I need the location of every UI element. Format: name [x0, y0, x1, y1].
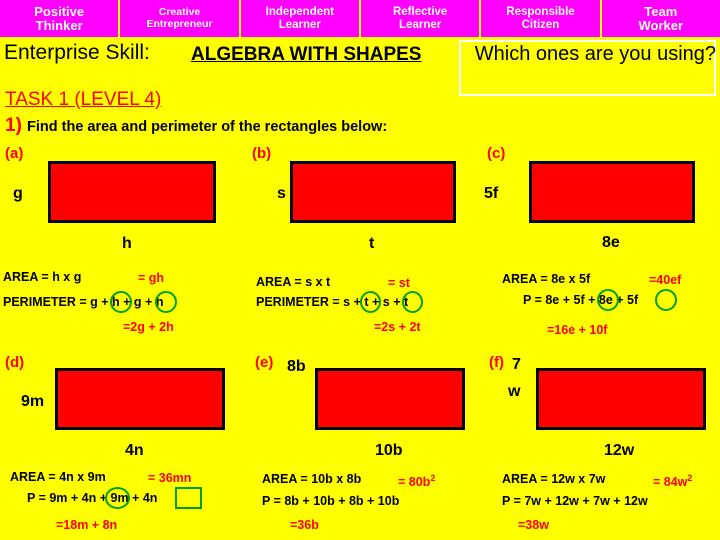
part-d-perimeter-result: =18m + 8n: [56, 518, 118, 532]
part-f-perimeter-line: P = 7w + 12w + 7w + 12w: [502, 494, 648, 508]
part-f-bottom-side-label: 12w: [604, 442, 635, 459]
part-f-label: (f): [489, 354, 504, 371]
part-a-perimeter-result: =2g + 2h: [123, 320, 174, 334]
part-b-bottom-side-label: t: [369, 235, 375, 252]
highlight-square: [175, 487, 202, 509]
part-e-bottom-side-label: 10b: [375, 442, 403, 459]
banner-item-line1: Creative: [158, 6, 201, 19]
enterprise-skill-label: Enterprise Skill:: [4, 41, 150, 64]
part-e-label: (e): [255, 354, 274, 371]
rectangle-f: [536, 368, 706, 430]
part-e-perimeter-result: =36b: [290, 518, 319, 532]
part-c-left-side-label: 5f: [484, 185, 499, 202]
part-b-perimeter-result: =2s + 2t: [374, 320, 421, 334]
part-c-area-line: AREA = 8e x 5f: [502, 272, 591, 286]
banner-item-line2: Citizen: [521, 18, 560, 31]
part-f-area-result-exponent: 2: [687, 473, 693, 483]
banner-item-line2: Learner: [399, 18, 442, 31]
page-title: ALGEBRA WITH SHAPES: [191, 44, 422, 65]
part-e-left-side-label: 8b: [287, 358, 306, 375]
part-c-bottom-side-label: 8e: [602, 234, 620, 251]
part-e-area-line: AREA = 10b x 8b: [262, 472, 362, 486]
part-d-label: (d): [5, 354, 25, 371]
part-c-label: (c): [487, 145, 506, 162]
part-c-perimeter-line: P = 8e + 5f + 8e + 5f: [523, 293, 639, 307]
part-d-bottom-side-label: 4n: [125, 442, 144, 459]
rectangle-b: [290, 161, 456, 223]
part-c-area-result: =40ef: [649, 273, 682, 287]
which-ones-text: Which ones are you using?: [474, 43, 716, 65]
banner-item-line1: Team: [644, 3, 678, 19]
rectangle-e: [315, 368, 465, 430]
part-d-left-side-label: 9m: [21, 393, 45, 410]
banner-item-independent-learner[interactable]: Independent Learner: [240, 0, 361, 37]
banner-item-creative-entrepreneur[interactable]: Creative Entrepreneur: [120, 0, 241, 37]
part-b-area-line: AREA = s x t: [256, 275, 331, 289]
part-b-label: (b): [252, 145, 272, 162]
part-a-area-result: = gh: [138, 271, 165, 285]
banner-item-line1: Responsible: [506, 6, 575, 19]
part-d-area-line: AREA = 4n x 9m: [10, 470, 106, 484]
part-a-bottom-side-label: h: [122, 235, 132, 252]
part-f-area-result: = 84w2: [653, 473, 692, 489]
rectangle-d: [55, 368, 225, 430]
banner-item-line1: Reflective: [392, 6, 448, 19]
banner-item-line2: Learner: [278, 18, 321, 31]
part-f-left-side-label-2: w: [508, 383, 521, 400]
part-b-area-result: = st: [388, 276, 410, 290]
banner-item-line1: Positive: [34, 3, 85, 19]
rectangle-a: [48, 161, 216, 223]
part-a-label: (a): [5, 145, 24, 162]
banner-item-line2: Thinker: [35, 17, 83, 33]
banner-item-reflective-learner[interactable]: Reflective Learner: [360, 0, 482, 37]
banner-item-responsible-citizen[interactable]: Responsible Citizen: [481, 0, 602, 37]
learner-attributes-banner: Positive Thinker Creative Entrepreneur I…: [0, 0, 720, 37]
banner-item-positive-thinker[interactable]: Positive Thinker: [0, 0, 121, 37]
task-heading: TASK 1 (LEVEL 4): [5, 89, 162, 110]
banner-item-team-worker[interactable]: Team Worker: [601, 0, 720, 37]
part-f-perimeter-result: =38w: [518, 518, 549, 532]
part-e-area-result-text: = 80b: [398, 475, 431, 490]
part-e-area-result: = 80b2: [398, 473, 435, 489]
part-e-perimeter-line: P = 8b + 10b + 8b + 10b: [262, 494, 400, 508]
part-d-area-result: = 36mn: [148, 471, 192, 485]
question-text: Find the area and perimeter of the recta…: [27, 119, 388, 135]
part-b-perimeter-line: PERIMETER = s + t + s + t: [256, 295, 409, 309]
highlight-circle: [655, 289, 677, 311]
part-a-perimeter-line: PERIMETER = g + h + g + h: [3, 295, 164, 309]
part-e-area-result-exponent: 2: [430, 473, 436, 483]
part-a-left-side-label: g: [13, 185, 23, 202]
part-c-perimeter-result: =16e + 10f: [547, 323, 608, 337]
rectangle-c: [529, 161, 695, 223]
part-b-left-side-label: s: [277, 185, 286, 202]
part-a-area-line: AREA = h x g: [3, 270, 82, 284]
part-f-area-result-text: = 84w: [653, 475, 688, 490]
banner-item-line1: Independent: [265, 6, 334, 19]
question-number: 1): [5, 115, 22, 136]
banner-item-line2: Worker: [638, 17, 684, 33]
part-f-area-line: AREA = 12w x 7w: [502, 472, 606, 486]
banner-item-line2: Entrepreneur: [146, 17, 213, 30]
part-f-left-side-label-1: 7: [512, 356, 521, 373]
part-d-perimeter-line: P = 9m + 4n + 9m + 4n: [27, 491, 158, 505]
